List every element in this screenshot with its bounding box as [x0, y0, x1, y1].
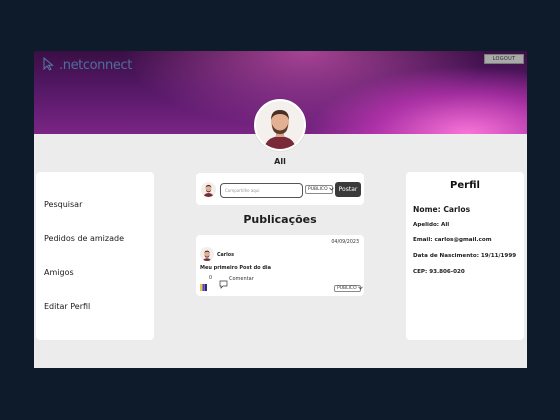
profile-name: Nome: Carlos: [413, 205, 471, 214]
comment-button[interactable]: Comentar: [229, 276, 254, 282]
sidebar-item-pedidos-de-amizade[interactable]: Pedidos de amizade: [44, 234, 124, 243]
brand-name: .netconnect: [59, 58, 132, 73]
post-card: 04/09/2023 Carlos Meu primeiro Post do d…: [196, 235, 364, 296]
post-date: 04/09/2023: [331, 240, 359, 245]
profile-cep: CEP: 93.806-020: [413, 269, 465, 275]
profile-info-card: Perfil Nome: Carlos Apelido: All Email: …: [406, 172, 524, 340]
profile-birthdate: Data de Nascimento: 19/11/1999: [413, 253, 517, 259]
app-window: .netconnect LOGOUT All Pesquisar Pedidos…: [34, 51, 527, 368]
post-button[interactable]: Postar: [335, 182, 361, 197]
profile-card-title: Perfil: [450, 180, 480, 191]
comment-icon[interactable]: [219, 274, 228, 293]
profile-username: All: [274, 157, 286, 166]
profile-email: Email: carlos@gmail.com: [413, 237, 492, 243]
composer-visibility-select[interactable]: PUBLICO: [305, 185, 334, 194]
post-composer: Compartilhe aqui PUBLICO Postar: [196, 173, 364, 205]
profile-avatar[interactable]: [254, 99, 306, 151]
post-text: Meu primeiro Post do dia: [200, 265, 272, 271]
profile-nickname: Apelido: All: [413, 222, 450, 228]
sidebar-item-amigos[interactable]: Amigos: [44, 268, 74, 277]
post-author-avatar[interactable]: [200, 247, 214, 261]
post-author[interactable]: Carlos: [217, 253, 234, 258]
chevron-down-icon: [357, 286, 363, 292]
sidebar-item-pesquisar[interactable]: Pesquisar: [44, 200, 82, 209]
feed-title: Publicações: [243, 213, 317, 226]
cursor-logo-icon: [42, 56, 56, 75]
post-visibility-value: PUBLICO: [337, 286, 357, 291]
composer-avatar: [201, 182, 216, 197]
post-input[interactable]: Compartilhe aqui: [220, 183, 303, 198]
chevron-down-icon: [328, 187, 334, 193]
sidebar-menu: Pesquisar Pedidos de amizade Amigos Edit…: [36, 172, 154, 340]
like-count: 0: [209, 276, 213, 281]
logout-button[interactable]: LOGOUT: [484, 54, 524, 64]
composer-visibility-value: PUBLICO: [308, 187, 328, 192]
brand-logo[interactable]: .netconnect: [42, 56, 132, 75]
sidebar-item-editar-perfil[interactable]: Editar Perfil: [44, 302, 90, 311]
post-visibility-select[interactable]: PUBLICO: [334, 285, 363, 292]
like-icon[interactable]: [200, 276, 208, 295]
